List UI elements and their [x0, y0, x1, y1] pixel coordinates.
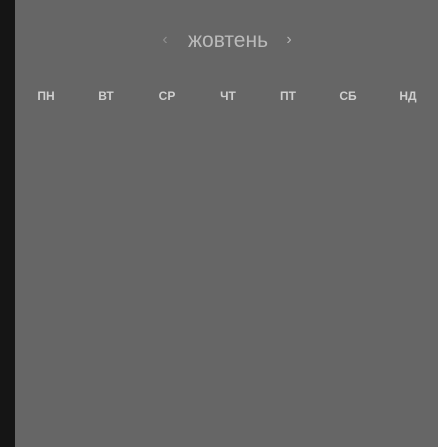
weekday-friday: ПТ: [280, 89, 296, 103]
next-month-button[interactable]: ›: [280, 29, 298, 51]
previous-month-button[interactable]: ‹: [156, 29, 174, 51]
weekday-monday: ПН: [37, 89, 55, 103]
weekday-tuesday: ВТ: [98, 89, 114, 103]
chevron-left-icon: ‹: [162, 31, 168, 48]
weekday-wednesday: СР: [158, 89, 176, 103]
calendar-panel: ‹ жовтень › ПН ВТ СР ЧТ ПТ СБ НД: [15, 0, 438, 447]
month-label: жовтень: [187, 29, 269, 52]
calendar-header: ‹ жовтень ›: [15, 26, 438, 56]
weekday-header-row: ПН ВТ СР ЧТ ПТ СБ НД: [15, 86, 438, 106]
weekday-thursday: ЧТ: [220, 89, 236, 103]
chevron-right-icon: ›: [286, 31, 292, 48]
weekday-sunday: НД: [399, 89, 417, 103]
left-side-strip: [0, 0, 15, 447]
weekday-saturday: СБ: [339, 89, 357, 103]
